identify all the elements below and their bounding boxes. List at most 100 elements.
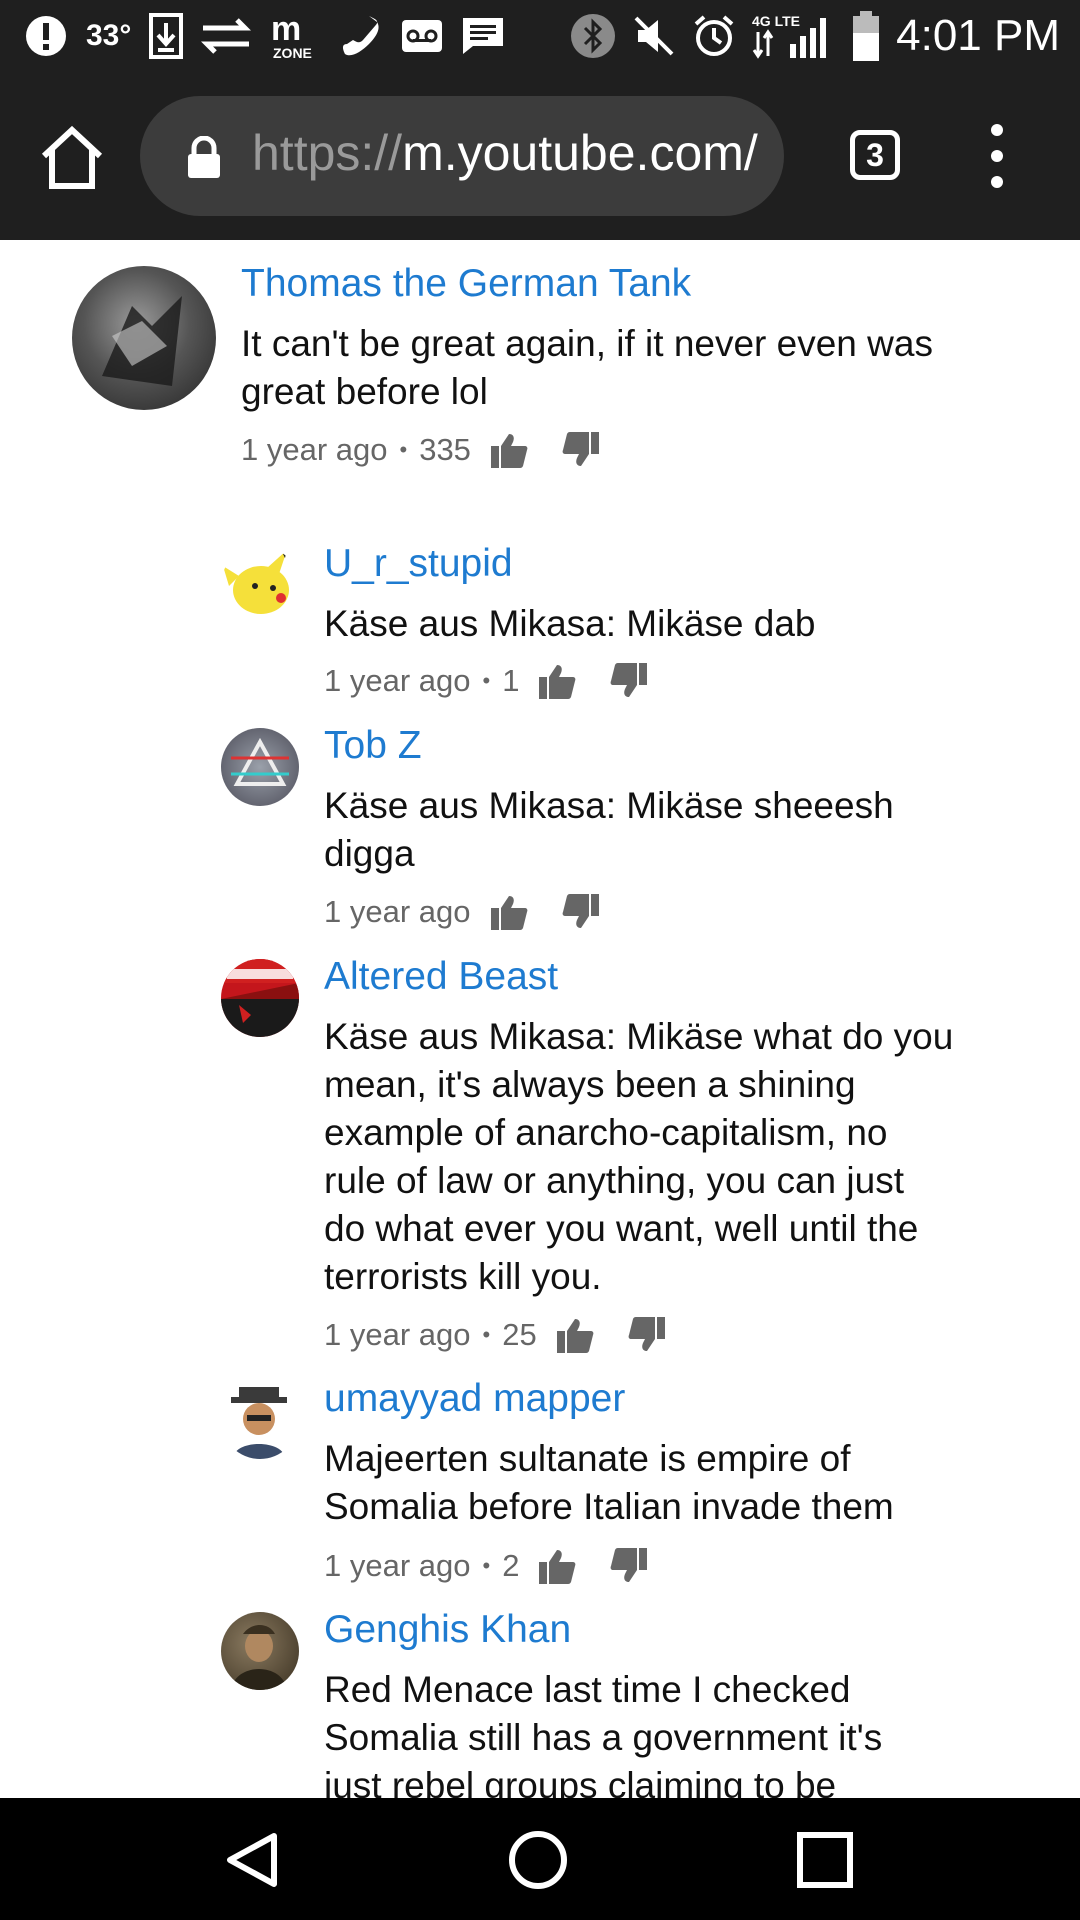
alarm-icon — [692, 14, 736, 58]
comment-text-line: It can't be great again, if it never eve… — [241, 323, 933, 364]
like-button[interactable] — [537, 661, 577, 701]
home-button[interactable] — [36, 122, 108, 194]
thumb-up-icon — [490, 896, 527, 930]
comment-age: 1 year ago — [324, 894, 471, 929]
signal-icon: 4G LTE — [752, 12, 836, 60]
url-scheme: https:// — [252, 125, 403, 181]
tab-switcher-button[interactable]: 3 — [850, 130, 900, 180]
comments-list: Thomas the German Tank It can't be great… — [0, 240, 1080, 1798]
separator-dot: • — [482, 668, 491, 693]
comment-meta: 1 year ago — [324, 892, 601, 932]
thumb-down-icon — [562, 432, 599, 466]
comment-meta: 1 year ago • 1 — [324, 661, 649, 701]
thumb-up-icon — [556, 1319, 594, 1353]
comment-author[interactable]: Tob Z — [324, 724, 422, 768]
system-nav-bar — [0, 1798, 1080, 1920]
avatar[interactable] — [72, 266, 216, 410]
recents-button[interactable] — [795, 1830, 855, 1890]
avatar[interactable] — [221, 959, 299, 1037]
svg-text:m: m — [271, 10, 301, 48]
comment-text-line: Somalia before Italian invade them — [324, 1486, 894, 1527]
comment-text-line: do what ever you want, well until the — [324, 1208, 919, 1249]
overflow-menu-button[interactable] — [980, 122, 1014, 190]
dislike-button[interactable] — [561, 430, 601, 470]
comment-text-line: Somalia still has a government it's — [324, 1717, 883, 1758]
comment-meta: 1 year ago • 335 — [241, 430, 601, 470]
comment-text-line: Majeerten sultanate is empire of — [324, 1438, 851, 1479]
url-host: m.youtube.com/ — [402, 125, 758, 181]
comment-author[interactable]: U_r_stupid — [324, 542, 513, 586]
bluetooth-icon — [570, 13, 616, 59]
avatar[interactable] — [221, 1612, 299, 1690]
dislike-button[interactable] — [627, 1315, 667, 1355]
like-button[interactable] — [489, 892, 529, 932]
temperature: 33° — [86, 19, 132, 52]
avatar[interactable] — [221, 728, 299, 806]
comment-text-line: mean, it's always been a shining — [324, 1064, 856, 1105]
address-bar[interactable]: https://m.youtube.com/ — [140, 96, 784, 216]
separator-dot: • — [482, 1322, 491, 1347]
avatar[interactable] — [221, 546, 299, 624]
comment-author[interactable]: Thomas the German Tank — [241, 262, 691, 306]
like-count: 2 — [502, 1548, 520, 1583]
like-count: 335 — [419, 432, 471, 467]
url-text[interactable]: https://m.youtube.com/ — [252, 124, 772, 182]
message-icon — [461, 16, 505, 56]
like-button[interactable] — [489, 430, 529, 470]
comment-text-line: rule of law or anything, you can just — [324, 1160, 904, 1201]
avatar[interactable] — [221, 1381, 299, 1459]
dislike-button[interactable] — [561, 892, 601, 932]
data-sync-icon — [201, 16, 252, 56]
comment-text-line: Käse aus Mikasa: Mikäse sheeesh — [324, 785, 894, 826]
comment-text-line: digga — [324, 833, 415, 874]
comment-age: 1 year ago — [324, 663, 471, 698]
lock-icon — [186, 135, 222, 178]
comment-age: 1 year ago — [324, 1317, 471, 1352]
svg-text:4G LTE: 4G LTE — [752, 13, 800, 29]
svg-text:ZONE: ZONE — [273, 45, 312, 61]
comment-age: 1 year ago — [324, 1548, 471, 1583]
home-nav-button[interactable] — [508, 1830, 568, 1890]
like-button[interactable] — [555, 1315, 595, 1355]
comment-age: 1 year ago — [241, 432, 388, 467]
comment-text-line: Red Menace last time I checked — [324, 1669, 851, 1710]
phone-icon — [339, 14, 383, 58]
dislike-button[interactable] — [609, 661, 649, 701]
like-button[interactable] — [537, 1546, 577, 1586]
thumb-down-icon — [611, 663, 648, 697]
thumb-up-icon — [539, 665, 576, 699]
thumb-down-icon — [562, 894, 599, 928]
comment-text: Käse aus Mikasa: Mikäse what do you mean… — [324, 1013, 1014, 1301]
comment-meta: 1 year ago • 25 — [324, 1315, 667, 1355]
comment-text-line: Käse aus Mikasa: Mikäse dab — [324, 603, 816, 644]
separator-dot: • — [482, 1553, 491, 1578]
like-count: 1 — [502, 663, 520, 698]
thumb-down-icon — [628, 1317, 665, 1351]
dislike-button[interactable] — [609, 1546, 649, 1586]
home-icon — [41, 125, 103, 189]
mute-icon — [632, 14, 676, 58]
thumb-up-icon — [490, 434, 528, 468]
download-icon — [149, 13, 184, 59]
browser-toolbar: https://m.youtube.com/ 3 — [0, 72, 1080, 240]
mzone-icon: m ZONE — [269, 10, 321, 62]
comment-text: Käse aus Mikasa: Mikäse dab — [324, 600, 1004, 648]
comment-text: Majeerten sultanate is empire of Somalia… — [324, 1435, 1014, 1531]
clock: 4:01 PM — [896, 11, 1060, 60]
comment-author[interactable]: Altered Beast — [324, 955, 558, 999]
comment-text: Red Menace last time I checked Somalia s… — [324, 1666, 1014, 1798]
comment-author[interactable]: Genghis Khan — [324, 1608, 571, 1652]
comment-text-line: example of anarcho-capitalism, no — [324, 1112, 888, 1153]
thumb-up-icon — [539, 1550, 576, 1584]
thumb-down-icon — [611, 1548, 648, 1582]
recents-icon — [797, 1832, 853, 1888]
comment-text-line: great before lol — [241, 371, 488, 412]
back-button[interactable] — [222, 1830, 282, 1890]
battery-icon — [852, 11, 880, 61]
like-count: 25 — [502, 1317, 537, 1352]
comment-text: Käse aus Mikasa: Mikäse sheeesh digga — [324, 782, 1004, 878]
comment-author[interactable]: umayyad mapper — [324, 1377, 625, 1421]
comment-text-line: Käse aus Mikasa: Mikäse what do you — [324, 1016, 954, 1057]
comment-text-line: terrorists kill you. — [324, 1256, 602, 1297]
home-circle-icon — [509, 1831, 567, 1889]
